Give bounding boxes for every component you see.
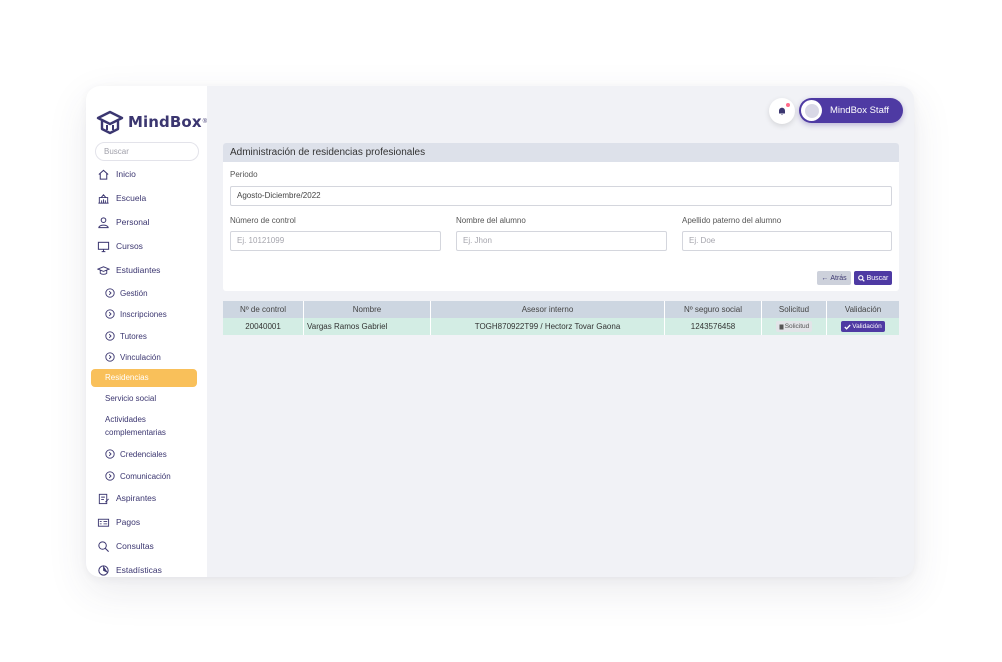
sidebar-item-label: Pagos — [116, 517, 141, 527]
app-window: MindBox ® Buscar Inicio Escuela Personal … — [86, 86, 914, 577]
sidebar-item-consultas[interactable]: Consultas — [86, 536, 207, 556]
periodo-label: Periodo — [230, 170, 258, 179]
sidebar-subitem-label: Inscripciones — [120, 309, 167, 319]
chevron-circle-icon — [105, 449, 115, 459]
back-button[interactable]: ← Atrás — [817, 271, 851, 285]
search-button-label: Buscar — [866, 274, 889, 282]
sidebar-subitem-label: Actividades — [105, 415, 146, 424]
sidebar-subitem-residencias[interactable]: Residencias — [91, 369, 197, 387]
user-icon — [96, 215, 110, 229]
results-table: Nº de control Nombre Asesor interno Nº s… — [223, 301, 899, 335]
sidebar-item-pagos[interactable]: Pagos — [86, 512, 207, 532]
sidebar-item-label: Inicio — [116, 169, 136, 179]
chevron-circle-icon — [105, 331, 115, 341]
column-header: Nº seguro social — [665, 301, 762, 318]
mindbox-logo-icon — [96, 110, 124, 135]
cell-nombre: Vargas Ramos Gabriel — [304, 318, 431, 335]
sidebar-item-escuela[interactable]: Escuela — [86, 188, 207, 208]
sidebar-subitem-credenciales[interactable]: Credenciales — [86, 445, 207, 463]
notifications-button[interactable] — [769, 98, 795, 124]
periodo-select[interactable]: Agosto-Diciembre/2022 — [230, 186, 892, 206]
home-icon — [96, 167, 110, 181]
sidebar-subitem-servicio-social[interactable]: Servicio social — [105, 393, 205, 406]
sidebar-item-aspirantes[interactable]: Aspirantes — [86, 488, 207, 508]
chevron-circle-icon — [105, 471, 115, 481]
sidebar-item-label: Personal — [116, 217, 150, 227]
pie-chart-icon — [96, 563, 110, 577]
cell-solicitud: Solicitud — [762, 318, 827, 335]
table-row: 20040001 Vargas Ramos Gabriel TOGH870922… — [223, 318, 899, 335]
avatar — [801, 100, 822, 121]
column-header: Validación — [827, 301, 899, 318]
sidebar-item-label: Consultas — [116, 541, 154, 551]
monitor-icon — [96, 239, 110, 253]
sidebar-subitem-label: Comunicación — [120, 471, 171, 481]
brand-logo[interactable]: MindBox ® — [96, 108, 207, 136]
brand-name: MindBox — [128, 113, 202, 131]
clipboard-icon — [96, 491, 110, 505]
validacion-button[interactable]: Validación — [841, 321, 885, 332]
school-icon — [96, 191, 110, 205]
apellido-input[interactable]: Ej. Doe — [682, 231, 892, 251]
cell-control: 20040001 — [223, 318, 304, 335]
user-name: MindBox Staff — [830, 105, 889, 116]
control-input[interactable]: Ej. 10121099 — [230, 231, 441, 251]
back-button-label: Atrás — [830, 274, 847, 282]
control-label: Número de control — [230, 216, 296, 225]
sidebar-item-estudiantes[interactable]: Estudiantes — [86, 260, 207, 280]
column-header: Solicitud — [762, 301, 827, 318]
nombre-label: Nombre del alumno — [456, 216, 526, 225]
column-header: Asesor interno — [431, 301, 665, 318]
search-button[interactable]: Buscar — [854, 271, 892, 285]
card-title: Administración de residencias profesiona… — [223, 143, 899, 162]
nombre-input[interactable]: Ej. Jhon — [456, 231, 667, 251]
notification-badge — [785, 102, 791, 108]
column-header: Nº de control — [223, 301, 304, 318]
sidebar-subitem-gestion[interactable]: Gestión — [86, 284, 207, 302]
sidebar-item-estadisticas[interactable]: Estadísticas — [86, 560, 207, 577]
chevron-circle-icon — [105, 352, 115, 362]
sidebar-subitem-label: complementarias — [105, 427, 166, 437]
sidebar-item-label: Estudiantes — [116, 265, 161, 275]
sidebar-subitem-vinculacion[interactable]: Vinculación — [86, 348, 207, 366]
sidebar-item-label: Estadísticas — [116, 565, 162, 575]
cell-asesor: TOGH870922T99 / Hectorz Tovar Gaona — [431, 318, 665, 335]
sidebar-subitem-tutores[interactable]: Tutores — [86, 327, 207, 345]
sidebar-item-personal[interactable]: Personal — [86, 212, 207, 232]
sidebar-item-cursos[interactable]: Cursos — [86, 236, 207, 256]
chevron-circle-icon — [105, 309, 115, 319]
sidebar-item-label: Aspirantes — [116, 493, 157, 503]
cell-nss: 1243576458 — [665, 318, 762, 335]
column-header: Nombre — [304, 301, 431, 318]
solicitud-button[interactable]: Solicitud — [775, 321, 813, 332]
chevron-circle-icon — [105, 288, 115, 298]
sidebar-subitem-label: Tutores — [120, 331, 147, 341]
sidebar-subitem-label: Vinculación — [120, 352, 161, 362]
filter-card: Administración de residencias profesiona… — [223, 143, 899, 291]
sidebar-item-inicio[interactable]: Inicio — [86, 164, 207, 184]
graduation-cap-icon — [96, 263, 110, 277]
sidebar-item-label: Cursos — [116, 241, 143, 251]
brand-reg: ® — [202, 119, 208, 125]
sidebar-item-label: Escuela — [116, 193, 147, 203]
solicitud-button-label: Solicitud — [784, 323, 810, 330]
sidebar-subitem-inscripciones[interactable]: Inscripciones — [86, 305, 207, 323]
sidebar: MindBox ® Buscar Inicio Escuela Personal … — [86, 86, 207, 577]
search-icon — [857, 274, 865, 282]
sidebar-subitem-label: Credenciales — [120, 449, 167, 459]
apellido-label: Apellido paterno del alumno — [682, 216, 782, 225]
sidebar-search-input[interactable]: Buscar — [95, 142, 199, 161]
card-icon — [96, 515, 110, 529]
check-icon — [844, 324, 851, 330]
arrow-left-icon: ← — [821, 274, 829, 282]
sidebar-subitem-comunicacion[interactable]: Comunicación — [86, 467, 207, 485]
search-icon — [96, 539, 110, 553]
sidebar-subitem-actividades[interactable]: Actividades complementarias — [105, 414, 205, 439]
file-icon — [779, 324, 784, 329]
user-menu-button[interactable]: MindBox Staff — [799, 98, 903, 123]
validacion-button-label: Validación — [852, 323, 882, 330]
table-header-row: Nº de control Nombre Asesor interno Nº s… — [223, 301, 899, 318]
cell-validacion: Validación — [827, 318, 899, 335]
sidebar-subitem-label: Gestión — [120, 288, 148, 298]
